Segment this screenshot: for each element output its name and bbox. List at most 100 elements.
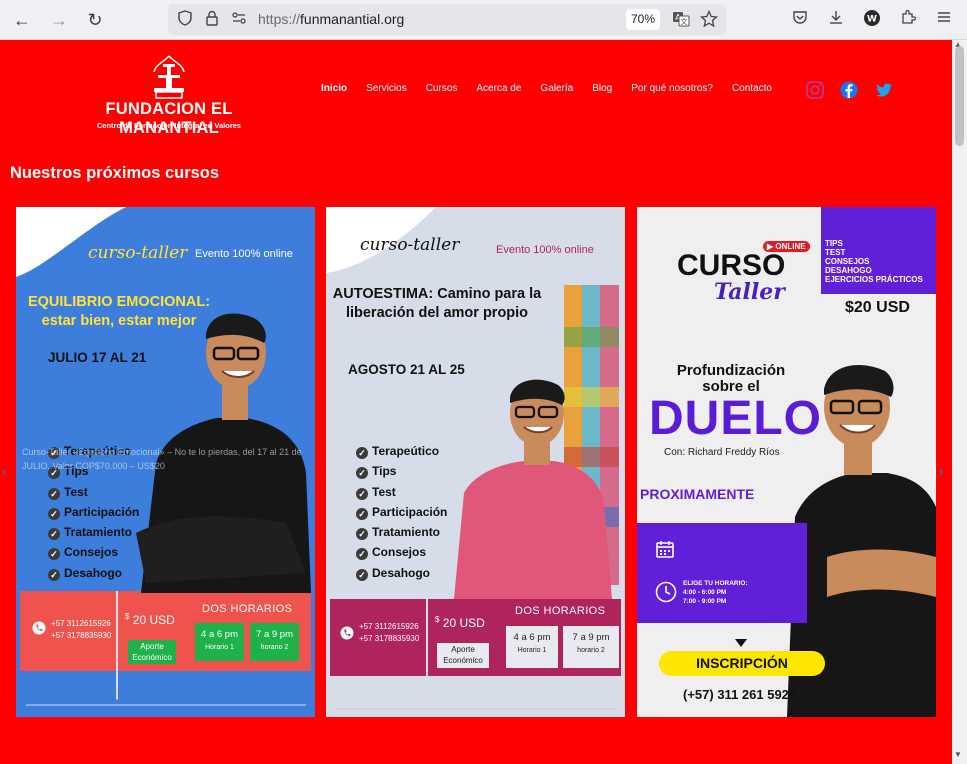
horario-2: 7:00 - 9:00 PM [683,598,727,605]
card1-horario-1: 4 a 6 pm Horario 1 [195,623,244,661]
back-icon[interactable]: ← [11,9,33,31]
instagram-icon[interactable] [806,81,824,99]
profund-line: Profundización [676,362,786,379]
brand-name: FUNDACION EL MANANTIAL [105,100,233,137]
download-icon[interactable] [825,9,847,31]
card1-phones: +57 3112615926 +57 3178835930 [51,618,111,642]
card2-dos-horarios: DOS HORARIOS [515,605,606,617]
elige-label: ELIGE TU HORARIO: [683,580,748,587]
permissions-icon[interactable] [230,10,248,28]
card1-dates: JULIO 17 AL 21 [48,350,147,365]
check-icon: ✓ [356,447,368,459]
menu-item-acerca[interactable]: Acerca de [476,83,521,94]
scrollbar-thumb[interactable] [955,46,964,146]
carousel-prev-button[interactable]: ‹ [2,464,6,479]
card3-curso: CURSO [677,249,786,282]
card1-horario-2: 7 a 9 pm horario 2 [250,623,299,661]
phone-number: +57 3178835930 [51,631,112,640]
url-text[interactable]: https://funmanantial.org [258,11,404,27]
card1-dos-horarios: DOS HORARIOS [202,603,293,615]
menu-item-contacto[interactable]: Contacto [732,83,772,94]
menu-item-servicios[interactable]: Servicios [366,83,407,94]
list-item: ✓ Test [48,482,139,502]
card2-title-line1: AUTOESTIMA: Camino para la [332,286,542,302]
tag: CONSEJOS [825,257,870,266]
menu-item-por-que-nosotros[interactable]: Por qué nosotros? [631,83,713,94]
check-icon: ✓ [48,487,60,500]
page-scrollbar[interactable]: ▲ ▼ [952,40,967,764]
check-icon: ✓ [48,548,60,561]
check-icon: ✓ [356,568,368,581]
forward-icon[interactable]: → [48,9,70,31]
calendar-icon [656,541,674,558]
browser-toolbar: ← → ↻ https://funmanantial.org 70% A文 W [0,0,967,40]
twitter-icon[interactable] [875,81,893,99]
card1-aporte: Aporte Económico [128,640,176,664]
zoom-level[interactable]: 70% [626,9,660,30]
card3-inscripcion-button[interactable]: INSCRIPCIÓN [659,651,825,676]
menu-icon[interactable] [933,9,955,31]
card1-script: curso-taller [88,243,188,263]
phone-number: +57 3178835930 [359,634,420,643]
card3-proximamente: PROXIMAMENTE [640,486,755,502]
card2-script: curso-taller [360,235,460,255]
extensions-icon[interactable] [897,9,919,31]
fountain-icon [153,55,185,99]
bookmark-star-icon[interactable] [699,9,719,28]
address-bar[interactable]: https://funmanantial.org 70% A文 [168,4,726,35]
carousel-next-button[interactable]: › [939,464,943,479]
arrow-down-icon [735,639,747,647]
card2-horario-2: 7 a 9 pm horario 2 [563,626,619,668]
list-item: ✓ Test [356,482,447,502]
card3-taller: Taller [714,279,785,305]
card2-price: $ 20 USD [435,615,485,630]
site-logo[interactable]: FUNDACION EL MANANTIAL Centro de Formaci… [58,54,280,137]
facebook-icon[interactable] [840,81,858,99]
translate-icon[interactable]: A文 [672,10,690,28]
course-card-duelo[interactable]: TIPS TEST CONSEJOS DESAHOGO EJERCICIOS P… [637,207,936,717]
scroll-down-icon[interactable]: ▼ [954,750,962,759]
lock-icon[interactable] [203,10,221,28]
card2-photo [454,379,612,599]
card3-instructor: Con: Richard Freddy Ríos [664,447,780,458]
shield-icon[interactable] [176,10,194,28]
list-item: ✓ Terapeútico [356,441,447,461]
card3-telefono: (+57) 311 261 5926 [683,687,797,702]
list-item: ✓ Consejos [48,542,139,562]
menu-item-cursos[interactable]: Cursos [426,83,458,94]
card1-online: Evento 100% online [195,248,293,260]
card2-dates: AGOSTO 21 AL 25 [348,362,465,377]
phone-icon [340,626,354,640]
tag: TIPS [825,239,843,248]
card3-elige-horario: ELIGE TU HORARIO: 4:00 - 6:00 PM 7:00 - … [683,579,748,606]
website: FUNDACION EL MANANTIAL Centro de Formaci… [0,40,952,764]
phone-number: +57 3112615926 [359,622,419,631]
check-icon: ✓ [356,507,368,520]
card1-caption: Curso-Taller «Equilibrio Emocional» – No… [22,447,302,471]
course-card-autoestima[interactable]: curso-taller Evento 100% online AUTOESTI… [326,207,625,717]
card3-duelo: DUELO [649,392,822,445]
menu-item-galeria[interactable]: Galería [540,83,573,94]
list-item: ✓ Consejos [356,542,447,562]
reload-icon[interactable]: ↻ [84,9,106,31]
list-item: ✓ Tips [356,461,447,481]
card2-phones: +57 3112615926 +57 3178835930 [359,621,419,645]
main-menu: Inicio Servicios Cursos Acerca de Galerí… [321,83,791,94]
svg-text:W: W [867,15,877,25]
phone-number: +57 3112615926 [51,619,111,628]
url-protocol: https:// [258,11,301,27]
tag: EJERCICIOS PRÁCTICOS [825,275,923,284]
check-icon: ✓ [356,548,368,561]
tag: TEST [825,248,846,257]
card2-title: AUTOESTIMA: Camino para la liberación de… [332,285,542,323]
menu-item-blog[interactable]: Blog [592,83,612,94]
pocket-icon[interactable] [789,9,811,31]
list-item: ✓ Participación [356,502,447,522]
card2-title-line2: liberación del amor propio [345,305,529,321]
card3-tags: TIPS TEST CONSEJOS DESAHOGO EJERCICIOS P… [821,207,936,294]
card1-photo [136,313,311,593]
list-item: ✓ Tratamiento [356,522,447,542]
check-icon: ✓ [48,507,60,520]
menu-item-inicio[interactable]: Inicio [321,83,347,94]
account-icon[interactable]: W [861,9,883,31]
